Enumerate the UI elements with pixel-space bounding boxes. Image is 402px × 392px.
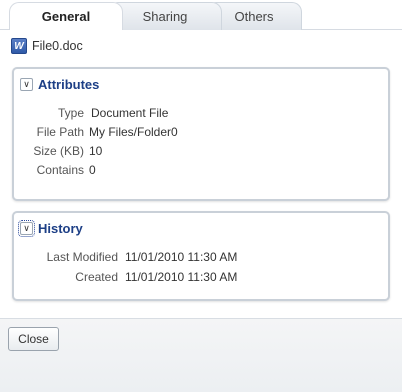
history-value: 11/01/2010 11:30 AM	[125, 250, 238, 264]
history-title: History	[38, 221, 83, 236]
history-header: ∨ History	[18, 220, 83, 237]
attribute-row-file-path: File Path My Files/Folder0	[20, 125, 178, 139]
attribute-label: File Path	[36, 125, 84, 139]
tab-sharing-label: Sharing	[142, 9, 188, 24]
attribute-value: My Files/Folder0	[89, 125, 178, 139]
history-value: 11/01/2010 11:30 AM	[125, 270, 238, 284]
file-name: File0.doc	[32, 39, 83, 53]
collapse-icon[interactable]: ∨	[18, 220, 35, 237]
attribute-label: Size (KB)	[33, 144, 84, 158]
history-row-created: Created 11/01/2010 11:30 AM	[20, 270, 237, 284]
attribute-row-contains: Contains 0	[20, 163, 96, 177]
attribute-row-type: Type Document File	[20, 106, 168, 120]
history-panel: ∨ History Last Modified 11/01/2010 11:30…	[12, 211, 390, 301]
attribute-label: Contains	[36, 163, 84, 177]
tab-baseline-cover	[10, 29, 120, 30]
history-label: Created	[75, 270, 118, 284]
dialog-footer: Close	[0, 319, 402, 392]
attributes-panel: ∨ Attributes Type Document File File Pat…	[12, 67, 390, 201]
history-label: Last Modified	[46, 250, 118, 264]
attributes-title: Attributes	[38, 77, 100, 92]
word-document-icon: W	[11, 38, 27, 54]
close-button[interactable]: Close	[8, 327, 59, 351]
attribute-value: 10	[89, 144, 103, 158]
tab-sharing[interactable]: Sharing	[108, 2, 222, 30]
attribute-value: 0	[89, 163, 96, 177]
tab-bar: Others Sharing General	[0, 0, 402, 30]
collapse-icon[interactable]: ∨	[20, 78, 33, 91]
attribute-label: Type	[57, 106, 84, 120]
tab-general-label: General	[41, 9, 91, 24]
tab-others-label: Others	[234, 9, 274, 24]
attribute-row-size: Size (KB) 10	[20, 144, 102, 158]
history-row-last-modified: Last Modified 11/01/2010 11:30 AM	[20, 250, 238, 264]
tab-general[interactable]: General	[9, 2, 123, 30]
attributes-header: ∨ Attributes	[20, 77, 99, 92]
attribute-value: Document File	[91, 106, 169, 120]
file-header: W File0.doc	[11, 38, 83, 54]
